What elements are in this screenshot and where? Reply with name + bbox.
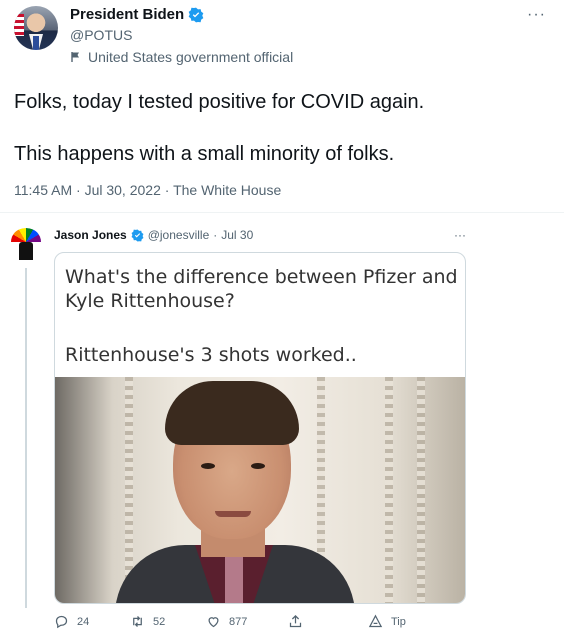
like-button[interactable]: 877 — [206, 614, 247, 629]
reply-author-handle[interactable]: @jonesville — [148, 228, 210, 242]
share-icon — [289, 614, 302, 628]
tweet-source[interactable]: The White House — [173, 182, 281, 198]
meta-separator: · — [72, 182, 85, 198]
meme-text-question: What's the difference between Pfizer and… — [65, 266, 458, 312]
retweet-icon — [133, 616, 142, 627]
government-label-text: United States government official — [88, 49, 294, 65]
like-count: 877 — [229, 615, 248, 628]
tweet-time[interactable]: 11:45 AM — [14, 182, 72, 198]
tweet-header: President Biden @POTUS United States gov… — [14, 6, 550, 65]
reply-separator: · — [213, 228, 218, 242]
meme-text-answer: Rittenhouse's 3 shots worked.. — [65, 344, 357, 366]
more-icon[interactable]: ··· — [527, 6, 546, 24]
verified-icon — [131, 229, 144, 241]
reply-more-icon[interactable]: ··· — [454, 228, 466, 242]
reply-date[interactable]: Jul 30 — [221, 228, 253, 242]
avatar[interactable] — [14, 6, 58, 50]
tip-icon — [368, 614, 383, 628]
divider — [0, 212, 564, 213]
flag-icon — [71, 52, 79, 62]
reply-author-row: Jason Jones @jonesville · Jul 30 — [54, 228, 253, 242]
tweet-meta: 11:45 AM · Jul 30, 2022 · The White Hous… — [14, 182, 281, 198]
thread-line — [25, 268, 27, 608]
tip-label: Tip — [391, 615, 406, 628]
reply-media[interactable]: What's the difference between Pfizer and… — [54, 252, 466, 604]
reply-count: 24 — [77, 615, 90, 628]
share-button[interactable] — [288, 614, 303, 629]
tweet-text-line-1: Folks, today I tested positive for COVID… — [14, 91, 425, 113]
author-handle[interactable]: @POTUS — [70, 27, 132, 43]
meta-separator: · — [160, 182, 174, 198]
retweet-button[interactable]: 52 — [130, 614, 165, 629]
reply-avatar[interactable] — [8, 228, 44, 264]
like-icon — [208, 617, 219, 628]
reply-icon — [55, 615, 68, 629]
meme-photo — [55, 377, 465, 603]
reply-button[interactable]: 24 — [54, 614, 89, 629]
tweet-text-line-2: This happens with a small minority of fo… — [14, 143, 395, 165]
reply-author-name[interactable]: Jason Jones — [54, 228, 127, 242]
verified-icon — [188, 7, 204, 22]
author-name[interactable]: President Biden — [70, 6, 184, 23]
author-row: President Biden — [70, 6, 204, 23]
tip-button[interactable]: Tip — [368, 614, 406, 629]
tweet-date[interactable]: Jul 30, 2022 — [85, 182, 161, 198]
government-label: United States government official — [70, 49, 293, 65]
retweet-count: 52 — [153, 615, 166, 628]
reply-actions: 24 52 877 Tip — [54, 614, 474, 634]
